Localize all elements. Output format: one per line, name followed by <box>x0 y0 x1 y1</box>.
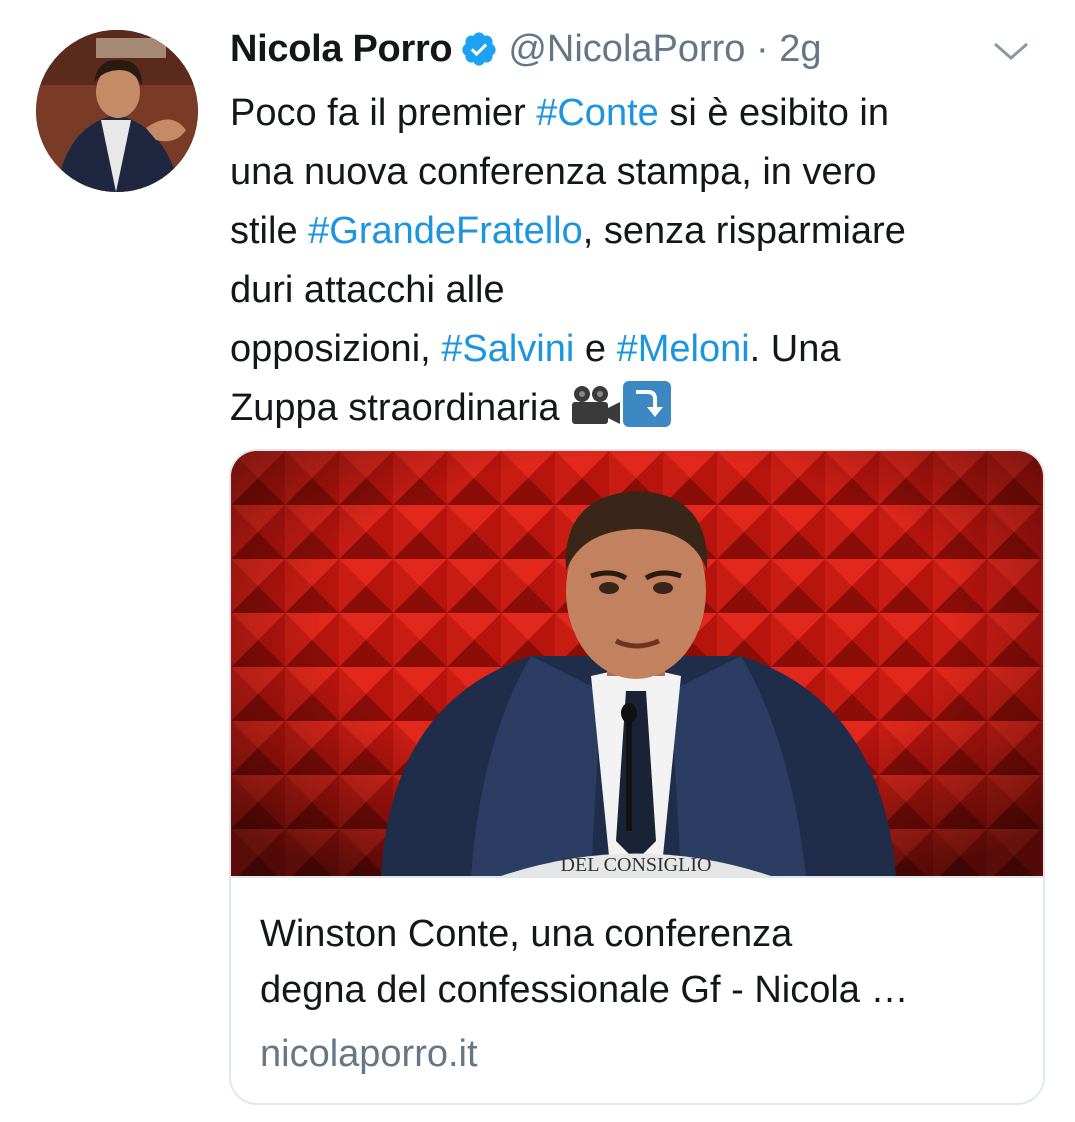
text-segment: Poco fa il premier <box>230 92 537 134</box>
card-domain[interactable]: nicolaporro.it <box>260 1033 478 1076</box>
card-title-line: degna del confessionale Gf - Nicola … <box>260 969 909 1011</box>
link-card[interactable]: DEL CONSIGLIO Winston Conte, una confere… <box>229 449 1045 1105</box>
card-image-illustration: DEL CONSIGLIO <box>231 451 1043 876</box>
avatar-photo <box>36 30 198 192</box>
tweet[interactable]: Nicola Porro @NicolaPorro · 2g Poco fa i… <box>0 0 1075 1122</box>
card-title-line: Winston Conte, una conferenza <box>260 913 793 955</box>
avatar[interactable] <box>36 30 198 192</box>
tweet-text: Poco fa il premier #Conte si è esibito i… <box>230 84 1030 446</box>
hashtag-salvini[interactable]: #Salvini <box>441 328 574 370</box>
hashtag-meloni[interactable]: #Meloni <box>617 328 750 370</box>
video-camera-icon <box>570 384 622 446</box>
text-segment: e <box>574 328 617 370</box>
chevron-down-icon[interactable] <box>991 36 1031 66</box>
verified-badge-icon <box>462 32 496 66</box>
card-image-caption: DEL CONSIGLIO <box>561 854 712 876</box>
card-title[interactable]: Winston Conte, una conferenza degna del … <box>260 906 1020 1018</box>
card-body[interactable]: Winston Conte, una conferenza degna del … <box>231 876 1043 1103</box>
hashtag-conte[interactable]: #Conte <box>536 92 659 134</box>
tweet-header: Nicola Porro @NicolaPorro · 2g <box>230 22 1045 76</box>
hashtag-grandefratello[interactable]: #GrandeFratello <box>308 210 583 252</box>
arrow-down-right-icon <box>622 380 672 446</box>
handle-and-time[interactable]: @NicolaPorro · 2g <box>508 28 821 71</box>
author-name[interactable]: Nicola Porro <box>230 28 453 71</box>
card-image[interactable]: DEL CONSIGLIO <box>231 451 1043 876</box>
